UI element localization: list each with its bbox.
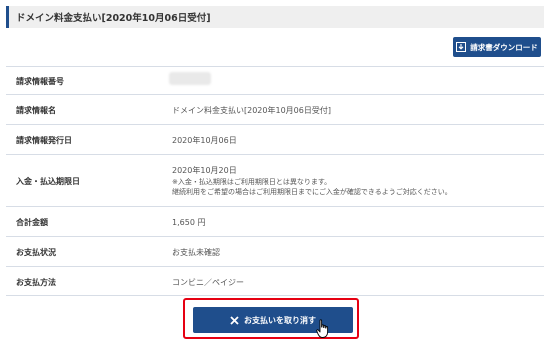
row-label: 請求情報番号 — [16, 77, 64, 86]
table-row: 請求情報番号 — [6, 66, 544, 94]
invoice-download-button[interactable]: 請求書ダウンロード — [453, 37, 541, 57]
row-note: 継続利用をご希望の場合はご利用期限日までにご入金が確認できるようご対応ください。 — [172, 188, 452, 196]
row-label: お支払方法 — [16, 278, 56, 287]
row-label: 請求情報発行日 — [16, 136, 72, 145]
table-row: 合計金額 1,650 円 — [6, 206, 544, 236]
row-value: お支払未確認 — [172, 248, 220, 257]
download-icon — [456, 42, 467, 52]
row-value: 1,650 円 — [172, 218, 206, 227]
row-label: お支払状況 — [16, 248, 56, 257]
row-note: ※入金・払込期限はご利用期限日とは異なります。 — [172, 178, 332, 186]
page-header: ドメイン料金支払い[2020年10月06日受付] — [6, 6, 544, 28]
page-title: ドメイン料金支払い[2020年10月06日受付] — [16, 13, 211, 24]
row-value: コンビニ／ペイジー — [172, 278, 244, 287]
table-row: 請求情報名 ドメイン料金支払い[2020年10月06日受付] — [6, 94, 544, 124]
cancel-payment-label: お支払いを取り消す — [244, 315, 316, 325]
row-value: 2020年10月20日 — [172, 166, 237, 175]
table-row: 請求情報発行日 2020年10月06日 — [6, 124, 544, 154]
row-value: ドメイン料金支払い[2020年10月06日受付] — [172, 106, 331, 115]
hand-pointer-icon — [316, 319, 330, 339]
row-value: 2020年10月06日 — [172, 136, 237, 145]
table-row: お支払方法 コンビニ／ペイジー — [6, 266, 544, 295]
row-label: 合計金額 — [16, 218, 48, 227]
row-label: 請求情報名 — [16, 106, 56, 115]
row-label: 入金・払込期限日 — [16, 177, 80, 186]
close-icon — [230, 315, 239, 325]
table-row: 入金・払込期限日 2020年10月20日 ※入金・払込期限はご利用期限日とは異な… — [6, 154, 544, 206]
invoice-download-label: 請求書ダウンロード — [470, 42, 538, 52]
table-divider — [6, 295, 544, 296]
redacted-value — [169, 72, 211, 85]
table-row: お支払状況 お支払未確認 — [6, 236, 544, 266]
